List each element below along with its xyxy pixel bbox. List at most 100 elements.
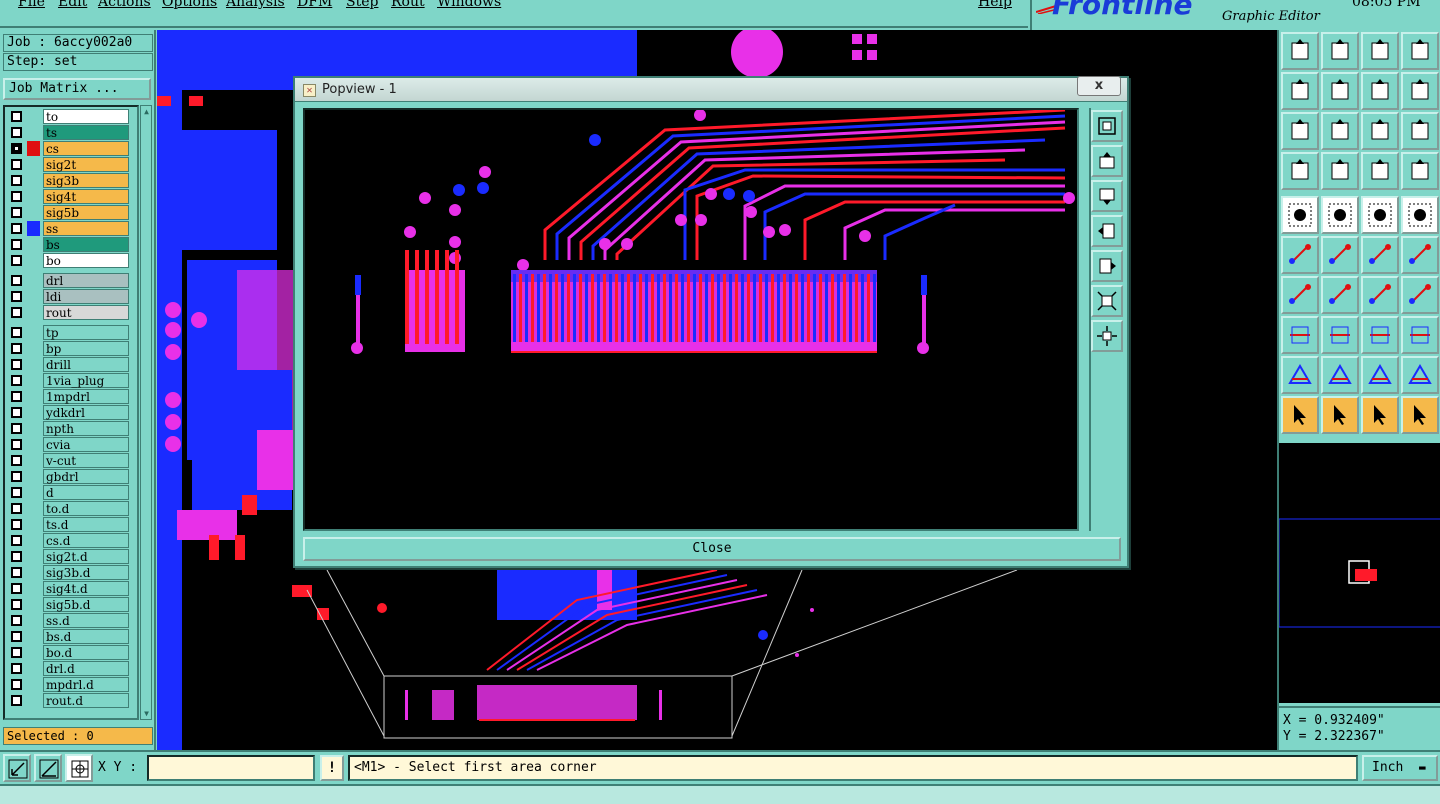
layer-row[interactable]: 1via_plug [7,373,131,388]
layer-row[interactable]: drl [7,273,131,288]
layer-checkbox[interactable] [11,599,22,610]
layer-checkbox[interactable] [11,191,22,202]
layer-name[interactable]: sig3b.d [43,565,129,580]
layer-color-swatch[interactable] [27,157,40,172]
popview-canvas[interactable] [303,108,1079,531]
layer-name[interactable]: drl.d [43,661,129,676]
layer-checkbox[interactable] [11,327,22,338]
settings-button[interactable] [1281,152,1319,190]
route-end-button[interactable] [1401,236,1439,274]
layer-color-swatch[interactable] [27,581,40,596]
layer-name[interactable]: drl [43,273,129,288]
layer-name[interactable]: to.d [43,501,129,516]
layer-row[interactable]: ss.d [7,613,131,628]
redo-button[interactable] [1401,72,1439,110]
layer-name[interactable]: rout.d [43,693,129,708]
layer-name[interactable]: sig5b.d [43,597,129,612]
layer-row[interactable]: v-cut [7,453,131,468]
menu-rout[interactable]: Rout [391,0,425,10]
layer-row[interactable]: sig4t [7,189,131,204]
layer-color-swatch[interactable] [27,421,40,436]
layer-row[interactable]: sig2t.d [7,549,131,564]
undo-button[interactable] [1361,72,1399,110]
popview-close-x-button[interactable]: x [1077,76,1121,96]
layer-checkbox[interactable] [11,207,22,218]
layer-name[interactable]: ydkdrl [43,405,129,420]
layer-row[interactable]: to [7,109,131,124]
layer-name[interactable]: to [43,109,129,124]
pointer-button[interactable] [1281,396,1319,434]
layer-checkbox[interactable] [11,679,22,690]
layer-name[interactable]: bs.d [43,629,129,644]
layer-color-swatch[interactable] [27,629,40,644]
layer-row[interactable]: drl.d [7,661,131,676]
layer-name[interactable]: sig4t [43,189,129,204]
popview-titlebar[interactable]: ✕ Popview - 1 x [295,76,1127,102]
menu-edit[interactable]: Edit [58,0,87,10]
layer-color-swatch[interactable] [27,125,40,140]
grid-snap-button[interactable] [65,754,93,782]
layer-color-swatch[interactable] [27,205,40,220]
layer-row[interactable]: ts [7,125,131,140]
layer-checkbox[interactable] [11,583,22,594]
pointer-move-button[interactable] [1401,396,1439,434]
layer-row[interactable]: sig3b.d [7,565,131,580]
layer-row[interactable]: bo [7,253,131,268]
layer-color-swatch[interactable] [27,173,40,188]
layer-checkbox[interactable] [11,487,22,498]
menu-file[interactable]: File [18,0,45,10]
pv-pan-up-button[interactable] [1091,145,1123,177]
route-button[interactable] [1361,236,1399,274]
layer-row[interactable]: cs.d [7,533,131,548]
layer-name[interactable]: bs [43,237,129,252]
layer-name[interactable]: bo.d [43,645,129,660]
layer-name[interactable]: rout [43,305,129,320]
layer-row[interactable]: tp [7,325,131,340]
pv-pan-down-button[interactable] [1091,180,1123,212]
layer-color-swatch[interactable] [27,109,40,124]
popview-close-button[interactable]: Close [303,537,1121,561]
menu-actions[interactable]: Actions [98,0,151,10]
connect-button[interactable] [1281,236,1319,274]
layer-color-swatch[interactable] [27,189,40,204]
triangle-arc-button[interactable] [1401,356,1439,394]
layer-row[interactable]: ldi [7,289,131,304]
layer-checkbox[interactable] [11,391,22,402]
move-left-button[interactable] [1281,72,1319,110]
layer-checkbox[interactable] [11,291,22,302]
layer-row[interactable]: ss [7,221,131,236]
layer-name[interactable]: v-cut [43,453,129,468]
layer-color-swatch[interactable] [27,289,40,304]
layer-row[interactable]: rout [7,305,131,320]
pv-pan-left-button[interactable] [1091,215,1123,247]
ruler-button[interactable] [1361,196,1399,234]
layer-row[interactable]: 1mpdrl [7,389,131,404]
layer-color-swatch[interactable] [27,501,40,516]
layer-checkbox[interactable] [11,503,22,514]
layer-color-swatch[interactable] [27,141,40,156]
layer-row[interactable]: cvia [7,437,131,452]
layer-checkbox[interactable] [11,519,22,530]
select-line-button[interactable] [1321,196,1359,234]
layer-checkbox[interactable] [11,567,22,578]
home-button[interactable] [1361,32,1399,70]
layer-color-swatch[interactable] [27,373,40,388]
layer-name[interactable]: 1via_plug [43,373,129,388]
layer-color-swatch[interactable] [27,357,40,372]
layer-checkbox[interactable] [11,275,22,286]
layer-up-button[interactable] [1361,152,1399,190]
layer-name[interactable]: ts.d [43,517,129,532]
scroll-up-icon[interactable]: ▲ [142,107,151,116]
menu-windows[interactable]: Windows [437,0,501,10]
line-button[interactable] [1321,276,1359,314]
text-button[interactable] [1401,276,1439,314]
layer-name[interactable]: sig4t.d [43,581,129,596]
layer-name[interactable]: npth [43,421,129,436]
paste-button[interactable] [1281,32,1319,70]
layer-checkbox[interactable] [11,307,22,318]
layer-checkbox[interactable] [11,343,22,354]
layer-name[interactable]: ss.d [43,613,129,628]
layer-row[interactable]: cs [7,141,131,156]
layer-row[interactable]: sig5b [7,205,131,220]
layer-color-swatch[interactable] [27,221,40,236]
